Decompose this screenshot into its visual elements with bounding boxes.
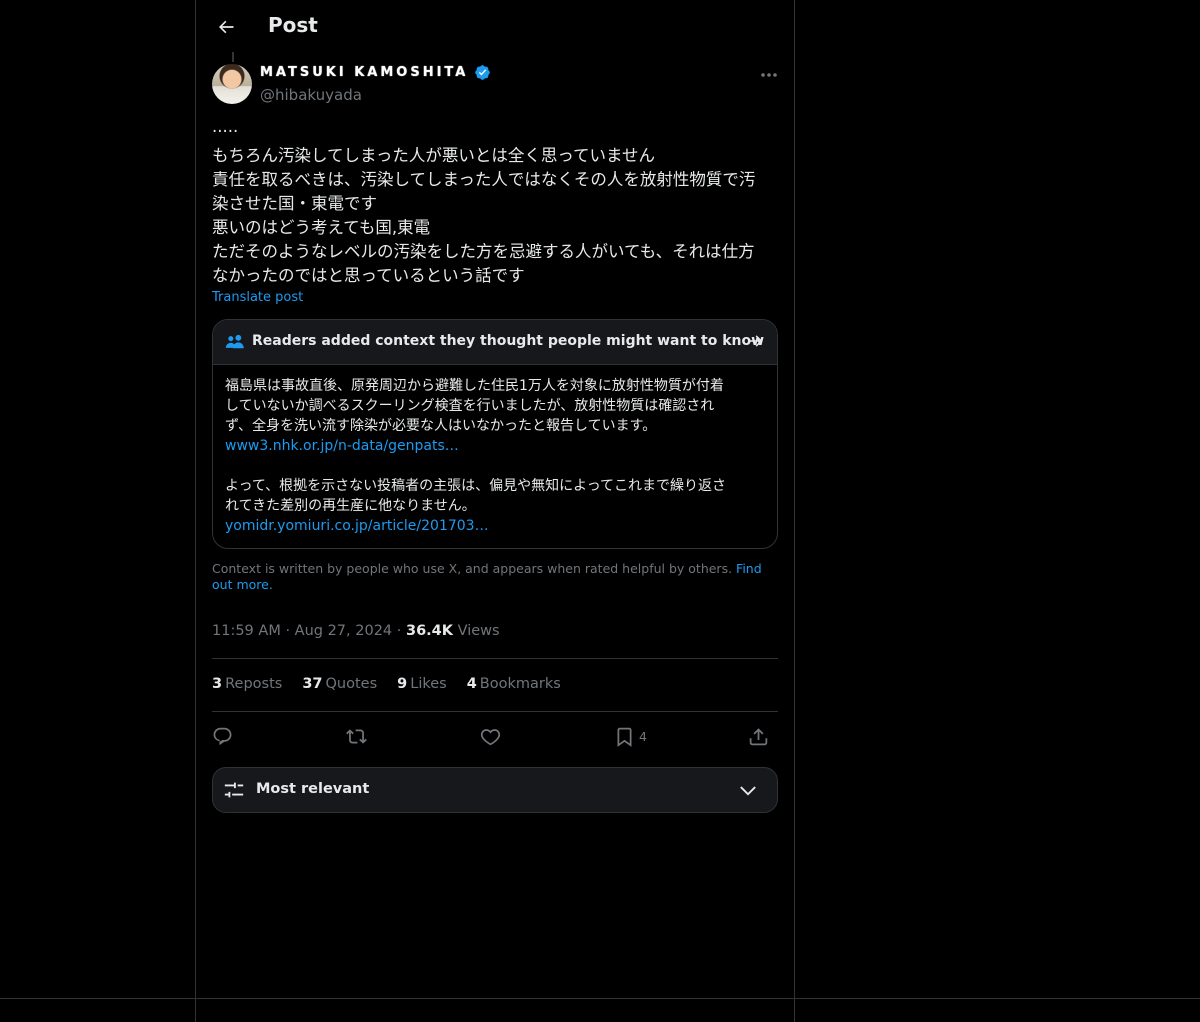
quotes-label: Quotes [325,676,378,692]
post-line: もちろん汚染してしまった人が悪いとは全く思っていません [212,146,656,165]
views-label: Views [457,623,500,639]
arrow-left-icon [219,20,234,34]
arrow-right-icon [749,335,763,347]
reply-sort-dropdown[interactable]: Most relevant [212,767,778,813]
context-footer-text: Context is written by people who use X, … [212,561,733,576]
top-bar: Post [196,0,794,54]
community-note-body: 福島県は事故直後、原発周辺から避難した住民1万人を対象に放射性物質が付着 してい… [225,376,765,536]
repost-button[interactable] [346,722,367,750]
post-line: 責任を取るべきは、汚染してしまった人ではなくその人を放射性物質で汚 [212,170,756,189]
avatar[interactable] [212,64,252,104]
like-button[interactable] [480,722,501,750]
views-count: 36.4K [405,623,453,639]
share-icon [749,727,768,745]
post-time[interactable]: 11:59 AM [212,623,281,639]
more-horizontal-icon [761,73,777,77]
reply-icon [213,727,232,745]
bookmarks-label: Bookmarks [479,676,561,692]
note-line: よって、根拠を示さない投稿者の主張は、偏見や無知によってこれまで繰り返さ [225,478,727,494]
sort-label: Most relevant [256,781,370,797]
reposts-stat[interactable]: 3 Reposts [212,676,282,692]
more-button[interactable] [752,64,786,86]
context-footer: Context is written by people who use X, … [212,561,772,593]
divider [212,658,778,659]
bookmarks-count: 4 [466,676,477,692]
meta-separator: · [396,623,402,639]
note-source-link[interactable]: www3.nhk.or.jp/n-data/genpats… [225,436,765,456]
page-title: Post [268,13,318,37]
community-note-header[interactable]: Readers added context they thought peopl… [213,320,777,365]
verified-badge-icon [475,65,491,80]
bookmark-button[interactable]: 4 [614,722,647,750]
community-note-title: Readers added context they thought peopl… [252,333,765,349]
bottom-divider [0,998,1200,999]
reposts-label: Reposts [225,676,283,692]
chevron-down-icon [740,786,756,796]
repost-icon [346,728,367,744]
note-line: れてきた差別の再生産に他なりません。 [225,498,476,514]
bookmark-count: 4 [639,728,647,744]
community-note-card: Readers added context they thought peopl… [212,319,778,549]
quotes-count: 37 [302,676,323,692]
post-line: 悪いのはどう考えても国,東電 [212,218,431,237]
post-line: ただそのようなレベルの汚染をした方を忌避する人がいても、それは仕方 [212,242,755,261]
people-icon [225,334,244,349]
likes-count: 9 [397,676,408,692]
post-stats: 3 Reposts 37 Quotes 9 Likes 4 Bookmarks [212,676,561,692]
reply-button[interactable] [212,722,233,750]
note-line: していないか調べるスクーリング検査を行いましたが、放射性物質は確認され [225,398,715,414]
action-bar: 4 [212,722,778,750]
quotes-stat[interactable]: 37 Quotes [302,676,377,692]
post-line: ····· [212,122,239,141]
divider [212,711,778,712]
reposts-count: 3 [212,676,223,692]
back-button[interactable] [208,9,244,45]
author-name[interactable]: MATSUKI KAMOSHITA [260,64,491,81]
post-date[interactable]: Aug 27, 2024 [295,623,393,639]
bookmark-icon [617,727,632,747]
post-text: ····· もちろん汚染してしまった人が悪いとは全く思っていません 責任を取るべ… [212,120,778,288]
translate-post-link[interactable]: Translate post [212,290,303,305]
bookmarks-stat[interactable]: 4 Bookmarks [467,676,561,692]
post-line: なかったのではと思っているという話です [212,266,525,285]
thread-connector [232,52,234,62]
share-button[interactable] [748,722,769,750]
page: Post MATSUKI KAMOSHITA @hibakuyada ·····… [0,0,1200,1022]
primary-column: Post MATSUKI KAMOSHITA @hibakuyada ·····… [195,0,795,1022]
heart-icon [480,728,501,745]
post-line: 染させた国・東電です [212,194,377,213]
meta-separator: · [285,623,291,639]
author-handle[interactable]: @hibakuyada [260,86,362,104]
post-meta: 11:59 AM · Aug 27, 2024 · 36.4K Views [212,623,500,639]
note-line: 福島県は事故直後、原発周辺から避難した住民1万人を対象に放射性物質が付着 [225,378,724,394]
note-source-link[interactable]: yomidr.yomiuri.co.jp/article/201703… [225,516,765,536]
sliders-icon [224,782,244,798]
author-display-name: MATSUKI KAMOSHITA [260,65,469,80]
note-line: ず、全身を洗い流す除染が必要な人はいなかったと報告しています。 [225,418,657,434]
likes-stat[interactable]: 9 Likes [397,676,447,692]
likes-label: Likes [410,676,447,692]
